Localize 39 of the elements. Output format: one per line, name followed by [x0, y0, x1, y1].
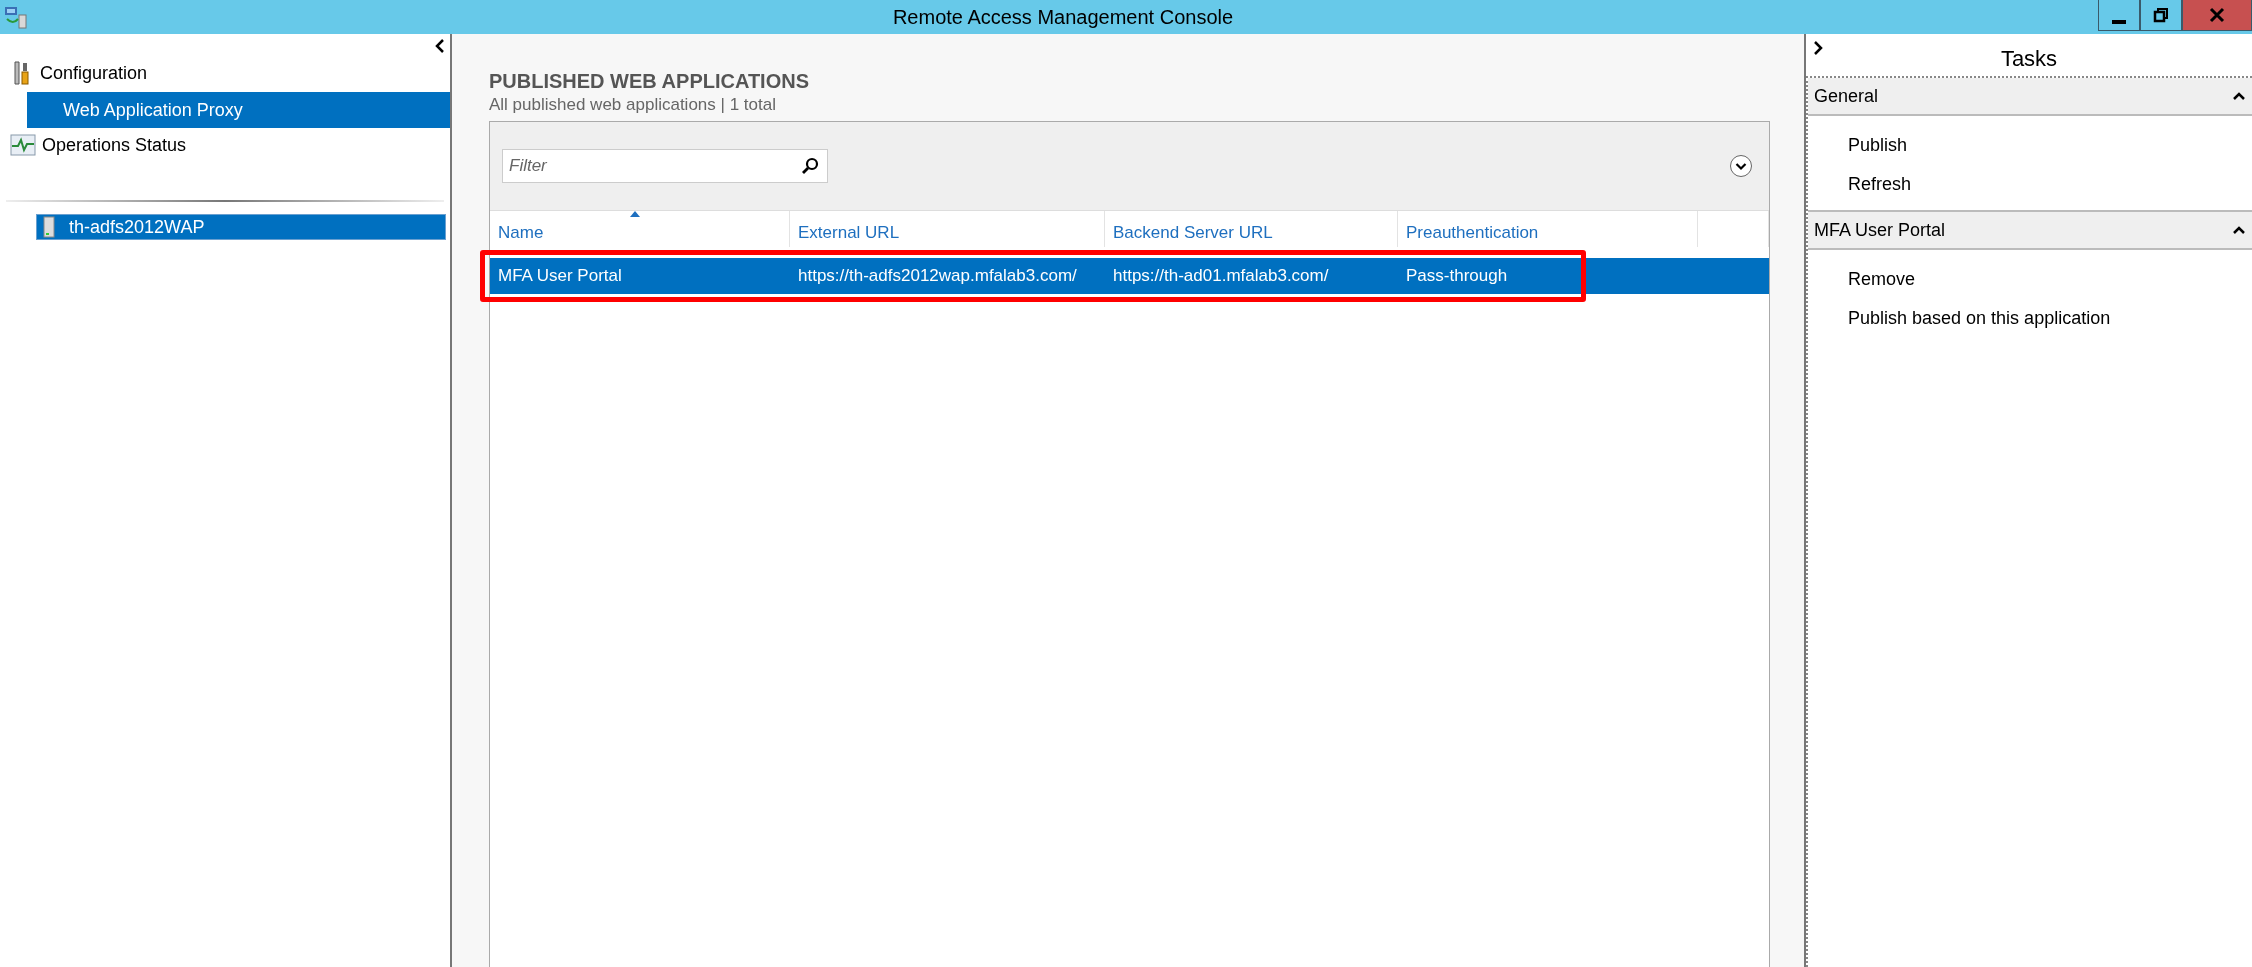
table-cell-text: https://th-adfs2012wap.mfalab3.com/ — [797, 266, 1078, 286]
restore-icon — [2153, 7, 2169, 23]
filter-field[interactable]: Filter — [502, 149, 828, 183]
column-header[interactable]: Backend Server URL — [1105, 211, 1398, 247]
collapse-up-icon — [2232, 225, 2246, 235]
search-icon[interactable] — [801, 157, 819, 175]
computer-network-icon — [4, 5, 28, 29]
nav-item[interactable]: Configuration — [0, 54, 450, 92]
tasks-title: Tasks — [2000, 46, 2058, 72]
server-icon — [43, 216, 55, 238]
expand-down-icon[interactable] — [1729, 154, 1753, 178]
minimize-icon — [2112, 20, 2126, 24]
task-section-header[interactable]: General — [1808, 78, 2252, 116]
minimize-button[interactable] — [2098, 0, 2140, 31]
chevron-right-icon[interactable] — [1812, 40, 1824, 56]
task-section-header[interactable]: MFA User Portal — [1808, 212, 2252, 250]
monitor-graph-icon — [10, 134, 36, 156]
column-header[interactable]: External URL — [790, 211, 1105, 247]
table-cell-text: MFA User Portal — [497, 266, 623, 286]
task-link[interactable]: Refresh — [1808, 165, 2252, 204]
column-header[interactable]: Preauthentication — [1398, 211, 1698, 247]
window-title: Remote Access Management Console — [891, 5, 1235, 29]
section-subtitle: All published web applications | 1 total — [489, 95, 777, 115]
close-icon — [2208, 6, 2226, 24]
collapse-up-icon — [2232, 91, 2246, 101]
chevron-left-icon[interactable] — [434, 38, 446, 54]
table-cell-text: https://th-ad01.mfalab3.com/ — [1112, 266, 1330, 286]
task-link[interactable]: Publish based on this application — [1808, 299, 2252, 338]
task-link[interactable]: Publish — [1808, 126, 2252, 165]
column-header[interactable]: Name — [490, 211, 790, 247]
close-button[interactable] — [2182, 0, 2252, 31]
table-row[interactable]: MFA User Portal https://th-adfs2012wap.mfalab3.com/ https://th-ad01.mfalab3.com/ Pass-through — [490, 258, 1769, 294]
restore-button[interactable] — [2140, 0, 2182, 31]
section-heading: PUBLISHED WEB APPLICATIONS — [489, 70, 810, 93]
nav-item[interactable]: Web Application Proxy — [27, 92, 450, 128]
nav-item[interactable]: Operations Status — [0, 128, 450, 162]
task-link[interactable]: Remove — [1808, 260, 2252, 299]
table-cell-text: Pass-through — [1405, 266, 1509, 286]
server-item[interactable]: th-adfs2012WAP — [36, 214, 446, 240]
